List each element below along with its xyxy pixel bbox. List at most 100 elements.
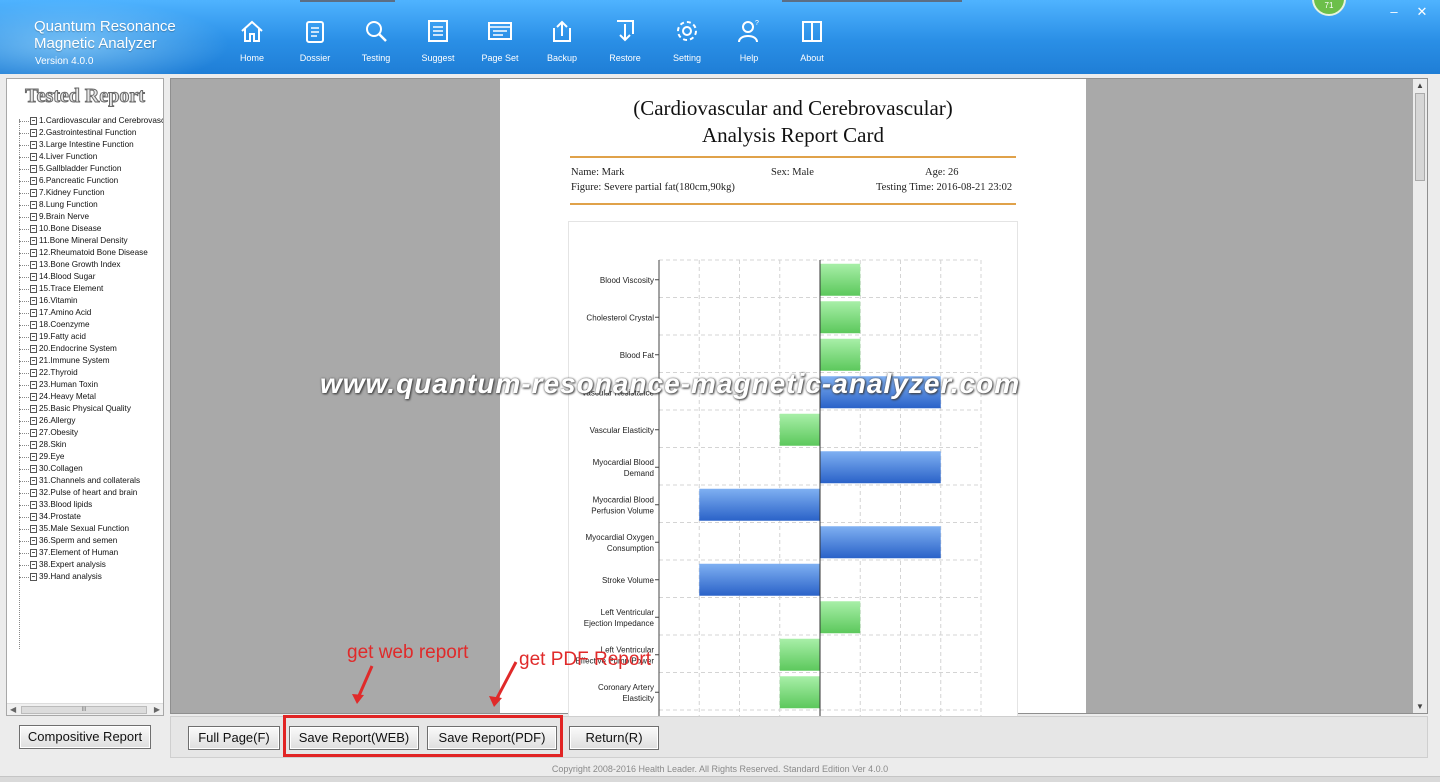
nav-testing[interactable]: Testing <box>346 18 406 68</box>
tree-item[interactable]: 11.Bone Mineral Density <box>15 235 163 247</box>
tree-item[interactable]: 31.Channels and collaterals <box>15 475 163 487</box>
tree-item[interactable]: 25.Basic Physical Quality <box>15 403 163 415</box>
minimize-button[interactable]: – <box>1384 4 1404 19</box>
nav-backup-label: Backup <box>546 53 578 63</box>
tree-item[interactable]: 37.Element of Human <box>15 547 163 559</box>
nav-setting[interactable]: Setting <box>657 18 717 68</box>
tree-item[interactable]: 39.Hand analysis <box>15 571 163 583</box>
tree-item[interactable]: 27.Obesity <box>15 427 163 439</box>
nav-dossier[interactable]: Dossier <box>285 18 345 68</box>
tree-item[interactable]: 1.Cardiovascular and Cerebrovasc <box>15 115 163 127</box>
tree-item-label: 7.Kidney Function <box>39 188 105 197</box>
report-title: (Cardiovascular and Cerebrovascular) Ana… <box>500 95 1086 149</box>
tree-item[interactable]: 22.Thyroid <box>15 367 163 379</box>
y-tick-label: Vascular Elasticity <box>590 426 654 435</box>
document-icon <box>30 405 37 413</box>
tree-item[interactable]: 29.Eye <box>15 451 163 463</box>
y-tick-label-line: Myocardial Blood <box>593 458 654 467</box>
y-tick-label: Stroke Volume <box>602 576 655 585</box>
tree-item[interactable]: 16.Vitamin <box>15 295 163 307</box>
chart-bar <box>820 601 861 634</box>
tree-item[interactable]: 36.Sperm and semen <box>15 535 163 547</box>
tree-item[interactable]: 21.Immune System <box>15 355 163 367</box>
tree-item[interactable]: 18.Coenzyme <box>15 319 163 331</box>
tree-item[interactable]: 38.Expert analysis <box>15 559 163 571</box>
scroll-left-icon[interactable]: ◀ <box>10 705 16 714</box>
document-icon <box>30 285 37 293</box>
viewer-vertical-scrollbar[interactable]: ▲ ▼ <box>1413 79 1427 713</box>
tree-branch <box>19 229 29 230</box>
svg-text:?: ? <box>755 20 759 27</box>
chart-bar <box>820 526 941 559</box>
y-tick-label: Blood Fat <box>620 351 655 360</box>
y-tick-label: Left Ventricular Ejection Impedance <box>584 608 655 628</box>
patient-name: Name: Mark <box>571 167 625 178</box>
tree-item[interactable]: 8.Lung Function <box>15 199 163 211</box>
chart-bar <box>820 451 941 484</box>
nav-suggest[interactable]: Suggest <box>408 18 468 68</box>
y-tick-label-line: Blood Viscosity <box>600 276 654 285</box>
tree-item[interactable]: 14.Blood Sugar <box>15 271 163 283</box>
person-help-icon: ? <box>738 20 759 43</box>
nav-restore[interactable]: Restore <box>595 18 655 68</box>
watermark: www.quantum-resonance-magnetic-analyzer.… <box>320 368 1021 399</box>
nav-page-set[interactable]: Page Set <box>470 18 530 68</box>
tree-item[interactable]: 6.Pancreatic Function <box>15 175 163 187</box>
document-icon <box>30 117 37 125</box>
tree-item[interactable]: 34.Prostate <box>15 511 163 523</box>
tree-branch <box>19 121 29 122</box>
tree-item[interactable]: 28.Skin <box>15 439 163 451</box>
tree-item[interactable]: 20.Endocrine System <box>15 343 163 355</box>
tree-item[interactable]: 17.Amino Acid <box>15 307 163 319</box>
tree-item[interactable]: 32.Pulse of heart and brain <box>15 487 163 499</box>
tree-item[interactable]: 10.Bone Disease <box>15 223 163 235</box>
document-icon <box>30 261 37 269</box>
tree-item[interactable]: 15.Trace Element <box>15 283 163 295</box>
page-icon <box>488 22 512 40</box>
tree-branch <box>19 133 29 134</box>
tree-item-label: 29.Eye <box>39 452 65 461</box>
tree-item[interactable]: 5.Gallbladder Function <box>15 163 163 175</box>
nav-about[interactable]: About <box>782 18 842 68</box>
scroll-down-icon[interactable]: ▼ <box>1416 702 1424 711</box>
tree-item-label: 34.Prostate <box>39 512 81 521</box>
tree-item[interactable]: 19.Fatty acid <box>15 331 163 343</box>
document-icon <box>30 273 37 281</box>
scrollbar-thumb[interactable]: III <box>21 706 147 714</box>
tree-item[interactable]: 7.Kidney Function <box>15 187 163 199</box>
tree-branch <box>19 529 29 530</box>
tree-item[interactable]: 35.Male Sexual Function <box>15 523 163 535</box>
tree-item[interactable]: 12.Rheumatoid Bone Disease <box>15 247 163 259</box>
annotation-web-note: get web report <box>347 642 469 663</box>
return-button[interactable]: Return(R) <box>569 726 659 750</box>
tree-item[interactable]: 3.Large Intestine Function <box>15 139 163 151</box>
nav-help[interactable]: ? Help <box>719 18 779 68</box>
scrollbar-thumb[interactable] <box>1415 93 1425 181</box>
document-icon <box>30 345 37 353</box>
tree-horizontal-scrollbar[interactable]: ◀ III ▶ <box>7 703 163 715</box>
nav-backup[interactable]: Backup <box>532 18 592 68</box>
tree-branch <box>19 145 29 146</box>
tree-item[interactable]: 9.Brain Nerve <box>15 211 163 223</box>
full-page-button[interactable]: Full Page(F) <box>188 726 280 750</box>
tree-item[interactable]: 2.Gastrointestinal Function <box>15 127 163 139</box>
nav-help-label: Help <box>739 53 759 63</box>
tree-item[interactable]: 4.Liver Function <box>15 151 163 163</box>
testing-time: Testing Time: 2016-08-21 23:02 <box>876 182 1013 193</box>
tree-item[interactable]: 24.Heavy Metal <box>15 391 163 403</box>
tree-item[interactable]: 23.Human Toxin <box>15 379 163 391</box>
close-button[interactable]: ✕ <box>1412 4 1432 20</box>
tree-item[interactable]: 30.Collagen <box>15 463 163 475</box>
download-icon <box>617 20 634 42</box>
document-icon <box>30 201 37 209</box>
tree-item[interactable]: 13.Bone Growth Index <box>15 259 163 271</box>
scroll-right-icon[interactable]: ▶ <box>154 705 160 714</box>
tree-item[interactable]: 26.Allergy <box>15 415 163 427</box>
gear-icon <box>677 21 697 41</box>
chart-bar <box>820 338 861 371</box>
y-tick-label-line: Elasticity <box>622 694 654 703</box>
tree-item[interactable]: 33.Blood lipids <box>15 499 163 511</box>
nav-home[interactable]: Home <box>222 18 282 68</box>
scroll-up-icon[interactable]: ▲ <box>1416 81 1424 90</box>
compositive-report-button[interactable]: Compositive Report <box>19 725 151 749</box>
